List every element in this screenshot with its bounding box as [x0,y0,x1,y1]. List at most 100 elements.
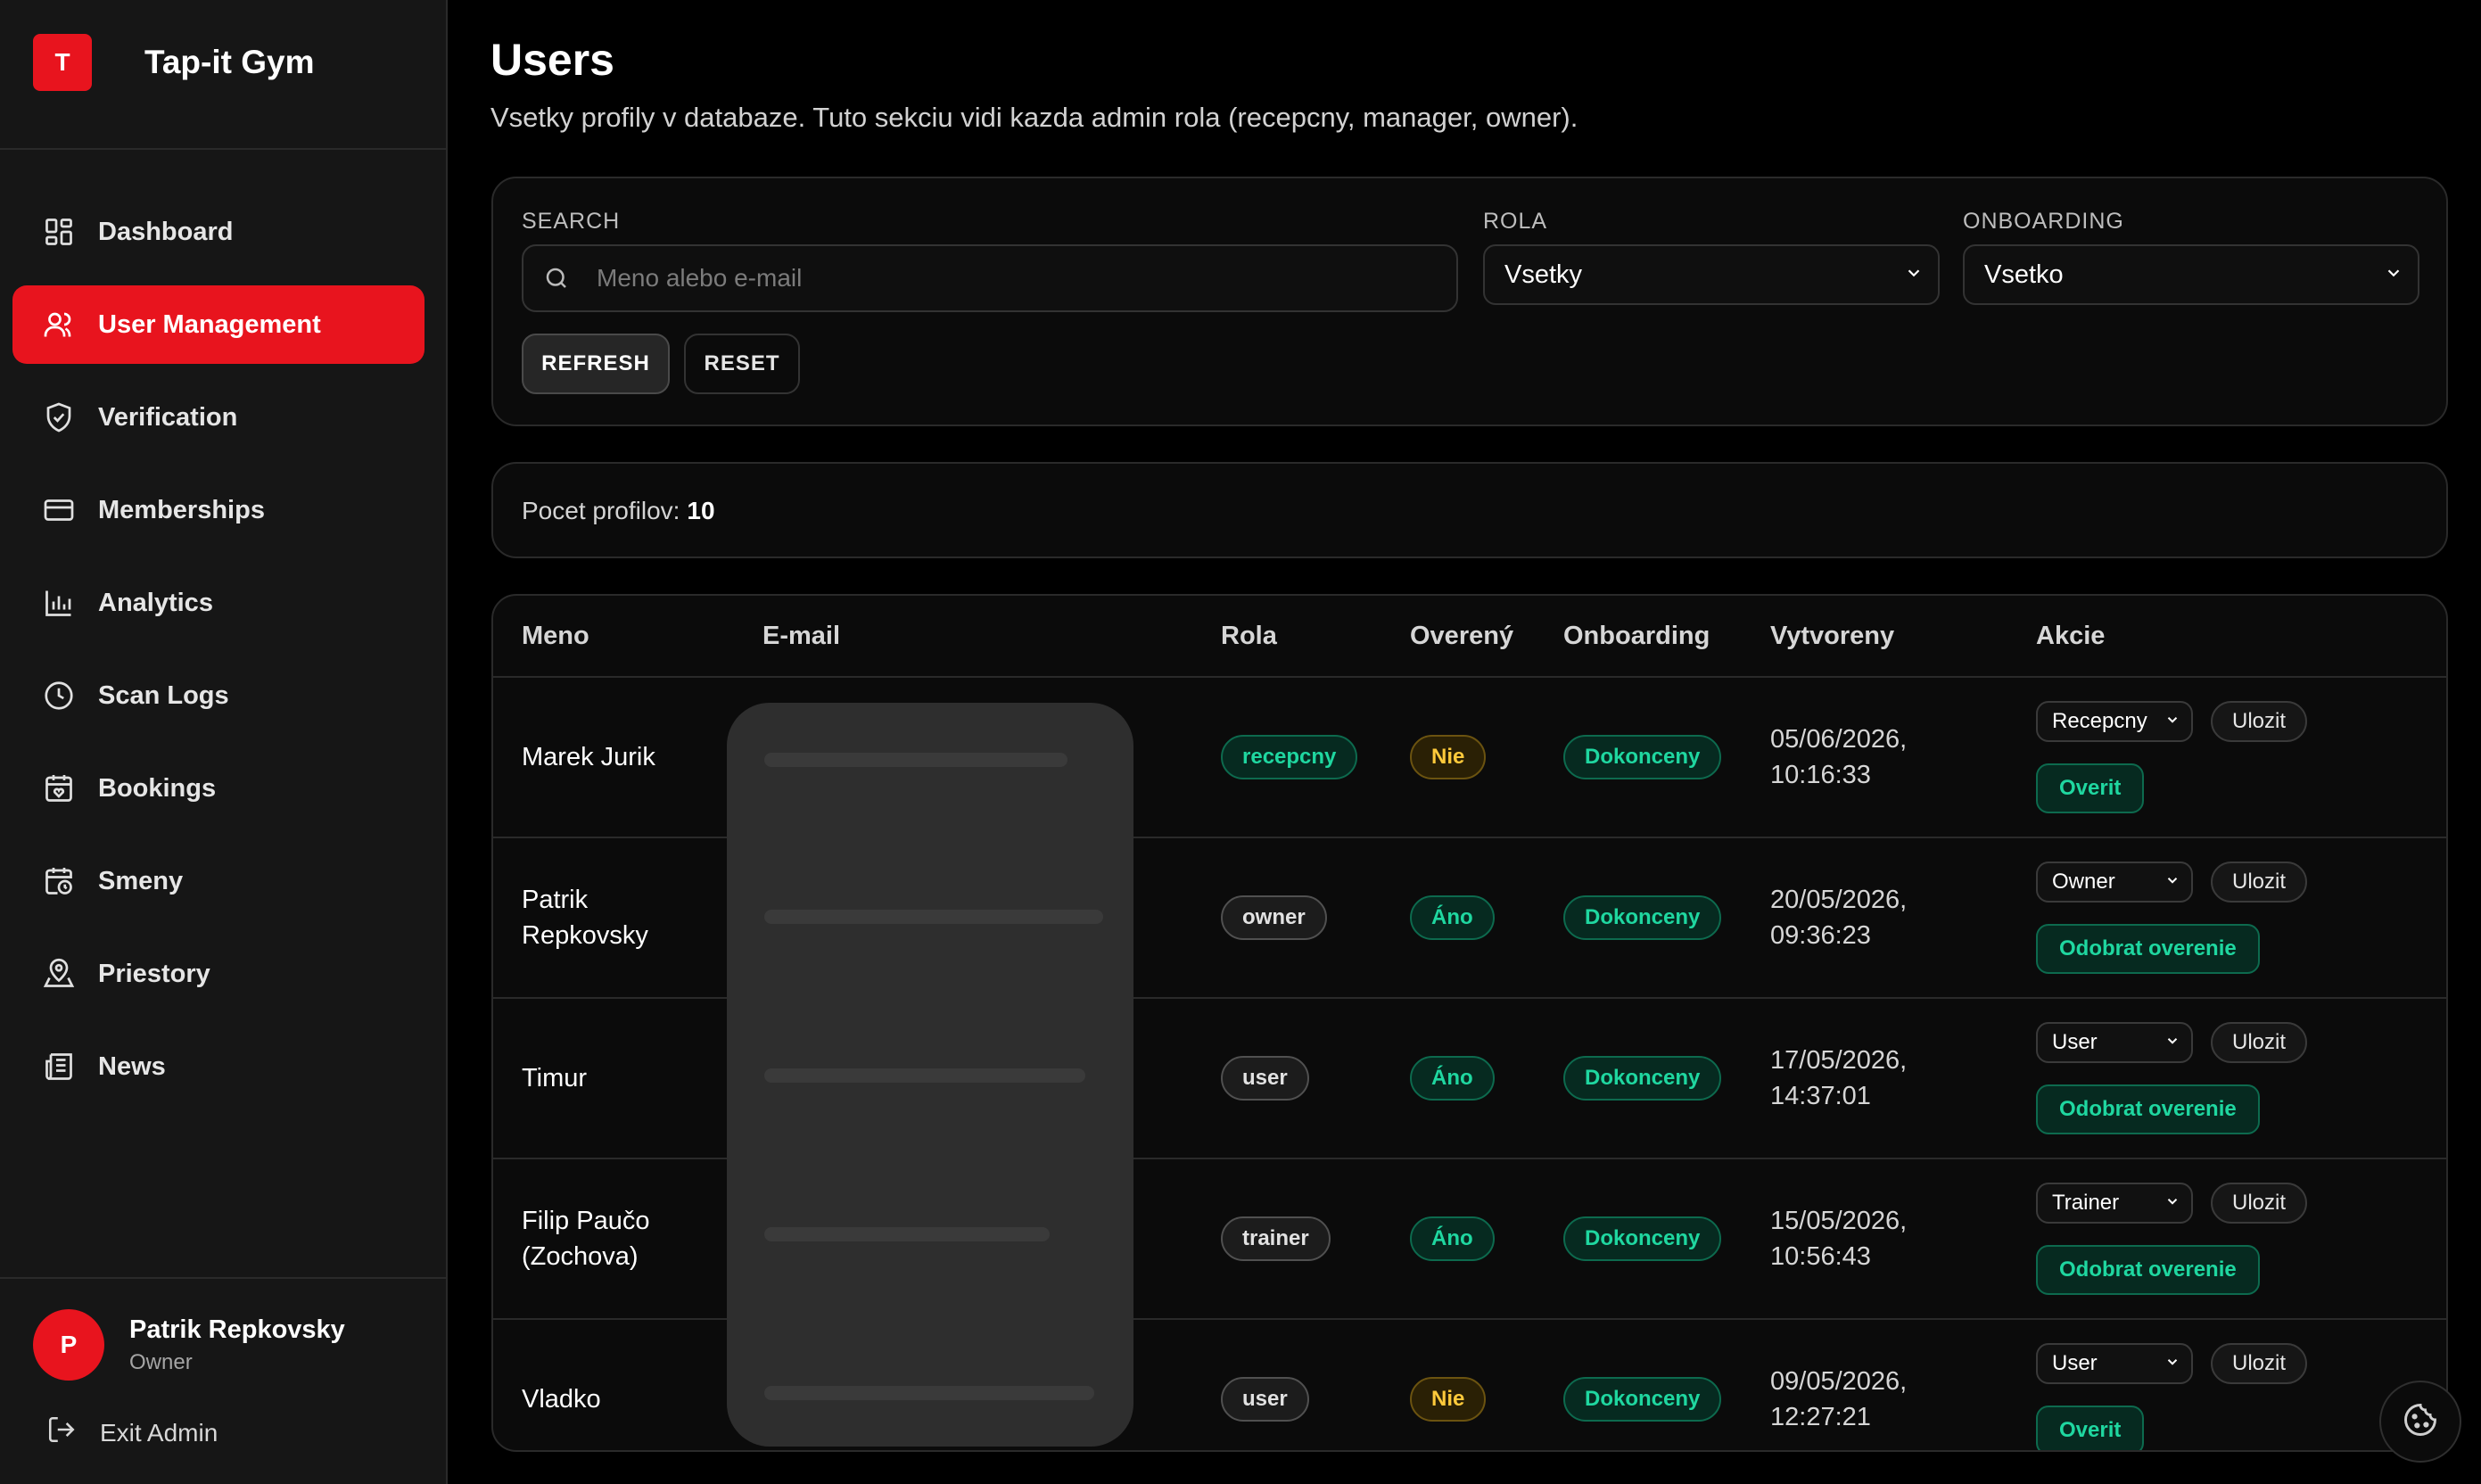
users-icon [41,307,77,342]
user-name-cell: Filip Paučo (Zochova) [522,1159,727,1318]
user-name-line1: Patrik [522,886,589,914]
role-badge: trainer [1221,1216,1331,1261]
filters-card: SEARCH ROLA Vsetky ONBOARDING Vsetko REF… [491,177,2448,426]
redacted-email [764,1227,1050,1241]
role-select[interactable]: User [2036,1022,2193,1063]
save-button[interactable]: Ulozit [2211,701,2307,742]
sidebar-item-label: Memberships [98,495,265,524]
verified-badge: Áno [1410,1056,1495,1101]
user-role: Owner [129,1349,193,1374]
sidebar-item-user-management[interactable]: User Management [12,285,424,364]
redacted-email [764,1068,1085,1083]
verified-cell: Nie [1410,1320,1487,1450]
user-name-line1: Filip Paučo [522,1207,650,1235]
verify-toggle-button[interactable]: Odobrat overenie [2036,924,2260,974]
created-cell: 05/06/2026, 10:16:33 [1770,678,1958,837]
chevron-down-icon [2164,1191,2180,1216]
sidebar-item-news[interactable]: News [12,1027,424,1106]
verified-cell: Nie [1410,678,1487,837]
role-select[interactable]: User [2036,1343,2193,1384]
onboarding-badge: Dokonceny [1563,895,1722,940]
created-time: 14:37:01 [1770,1082,1871,1110]
role-select[interactable]: Owner [2036,862,2193,903]
sidebar-item-analytics[interactable]: Analytics [12,564,424,642]
search-field [522,244,1458,312]
role-select-value: User [2052,1030,2098,1054]
save-button[interactable]: Ulozit [2211,1183,2307,1224]
sidebar-item-label: User Management [98,309,321,339]
sidebar-item-label: Verification [98,402,238,432]
onboarding-cell: Dokonceny [1563,838,1722,997]
brand[interactable]: T Tap-it Gym [33,34,315,91]
sidebar-item-dashboard[interactable]: Dashboard [12,193,424,271]
onboarding-filter-select[interactable]: Vsetko [1963,244,2419,305]
save-button[interactable]: Ulozit [2211,1022,2307,1063]
search-label: SEARCH [522,209,621,234]
search-icon [543,262,575,294]
sidebar-item-memberships[interactable]: Memberships [12,471,424,549]
created-time: 10:56:43 [1770,1242,1871,1271]
column-header-onboarding: Onboarding [1563,622,1710,650]
brand-logo: T [33,34,92,91]
role-filter-label: ROLA [1483,209,1548,234]
verify-toggle-button[interactable]: Overit [2036,1406,2145,1450]
save-button[interactable]: Ulozit [2211,1343,2307,1384]
created-time: 12:27:21 [1770,1403,1871,1431]
onboarding-badge: Dokonceny [1563,1377,1722,1422]
profile-count-label: Pocet profilov: [522,497,680,524]
shield-check-icon [41,400,77,435]
created-cell: 17/05/2026, 14:37:01 [1770,999,1958,1158]
created-date: 09/05/2026, [1770,1367,1908,1396]
profile-count-value: 10 [687,497,715,524]
verify-toggle-button[interactable]: Odobrat overenie [2036,1245,2260,1295]
cookie-icon [2401,1400,2440,1444]
sidebar-divider [0,148,446,150]
created-date: 20/05/2026, [1770,886,1908,914]
role-cell: user [1221,999,1309,1158]
sidebar-divider [0,1277,446,1279]
role-filter-select[interactable]: Vsetky [1483,244,1940,305]
search-input[interactable] [595,263,1456,293]
user-name-line1: Marek Jurik [522,743,655,771]
role-select[interactable]: Trainer [2036,1183,2193,1224]
sidebar-item-scan-logs[interactable]: Scan Logs [12,656,424,735]
sidebar-item-label: Dashboard [98,217,234,246]
calendar-heart-icon [41,771,77,806]
role-badge: recepcny [1221,735,1358,779]
created-date: 05/06/2026, [1770,725,1908,754]
sidebar-item-smeny[interactable]: Smeny [12,842,424,920]
table-header: Meno E-mail Rola Overený Onboarding Vytv… [493,596,2446,678]
verify-toggle-button[interactable]: Odobrat overenie [2036,1084,2260,1134]
onboarding-cell: Dokonceny [1563,1320,1722,1450]
onboarding-cell: Dokonceny [1563,999,1722,1158]
role-select-value: Recepcny [2052,709,2147,733]
user-name-line1: Timur [522,1064,588,1092]
cookie-settings-button[interactable] [2379,1381,2461,1463]
dashboard-icon [41,214,77,250]
sidebar: T Tap-it Gym Dashboard User Management V… [0,0,448,1484]
reset-button[interactable]: RESET [684,334,800,394]
onboarding-cell: Dokonceny [1563,1159,1722,1318]
role-badge: user [1221,1377,1309,1422]
calendar-clock-icon [41,863,77,899]
exit-admin-label: Exit Admin [100,1418,218,1447]
verify-toggle-button[interactable]: Overit [2036,763,2145,813]
refresh-button[interactable]: REFRESH [522,334,670,394]
save-button[interactable]: Ulozit [2211,862,2307,903]
user-name-line2: Repkovsky [522,921,648,950]
user-name-cell: Timur [522,999,727,1158]
onboarding-cell: Dokonceny [1563,678,1722,837]
sidebar-item-bookings[interactable]: Bookings [12,749,424,828]
sidebar-item-verification[interactable]: Verification [12,378,424,457]
exit-admin-button[interactable]: Exit Admin [46,1414,218,1451]
redacted-email-column [727,703,1133,1447]
onboarding-badge: Dokonceny [1563,1216,1722,1261]
verified-badge: Nie [1410,735,1487,779]
chevron-down-icon [2164,1351,2180,1376]
sidebar-item-priestory[interactable]: Priestory [12,935,424,1013]
created-cell: 20/05/2026, 09:36:23 [1770,838,1958,997]
column-header-created: Vytvoreny [1770,622,1895,650]
role-select[interactable]: Recepcny [2036,701,2193,742]
redacted-email [764,1386,1094,1400]
user-name-line2: (Zochova) [522,1242,639,1271]
